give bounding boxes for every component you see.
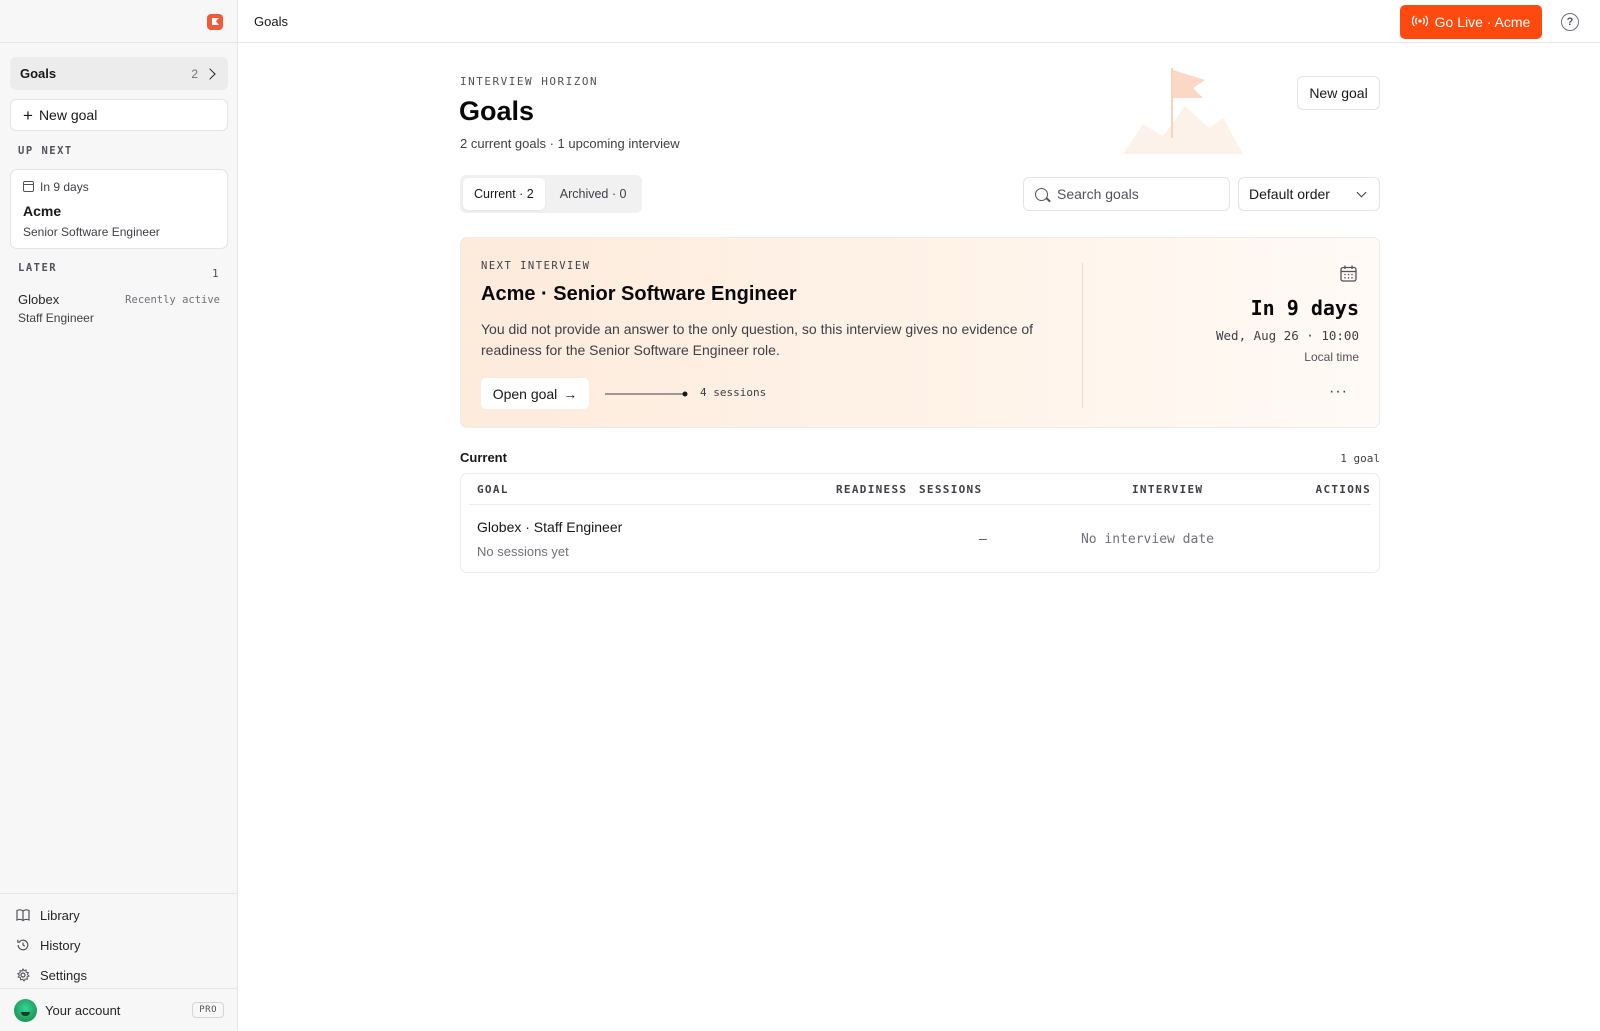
up-next-card[interactable]: In 9 days Acme Senior Software Engineer: [10, 169, 228, 249]
breadcrumb: Goals: [254, 14, 288, 29]
gear-icon: [16, 968, 30, 982]
up-next-heading: UP NEXT: [18, 145, 73, 157]
sidebar-header: [0, 0, 237, 43]
tab-current[interactable]: Current · 2: [463, 178, 545, 210]
plan-badge: PRO: [192, 1002, 224, 1018]
column-sessions: SESSIONS: [919, 483, 983, 496]
next-interview-card: NEXT INTERVIEW Acme · Senior Software En…: [460, 237, 1380, 428]
page-title: Goals: [459, 96, 535, 126]
plus-icon: +: [23, 105, 33, 125]
hero-divider: [1082, 263, 1083, 408]
up-next-role: Senior Software Engineer: [23, 225, 160, 239]
search-icon: [1035, 187, 1048, 201]
sidebar-new-goal-label: New goal: [38, 107, 98, 123]
row-interview: No interview date: [1080, 532, 1214, 547]
chevron-down-icon: [1356, 187, 1367, 197]
sidebar: Goals 2 + New goal UP NEXT In 9 days Acm…: [0, 0, 238, 1031]
later-item-status: Recently active: [125, 294, 220, 306]
sidebar-nav: Library History Settings: [0, 893, 238, 989]
book-icon: [16, 908, 30, 922]
sort-value: Default order: [1249, 186, 1330, 202]
row-sessions: –: [979, 532, 987, 547]
column-goal: GOAL: [477, 483, 509, 496]
broadcast-icon: [1411, 14, 1428, 30]
later-item[interactable]: Globex Recently active Staff Engineer: [18, 292, 220, 325]
current-section-count: 1 goal: [1340, 452, 1380, 465]
sidebar-item-library[interactable]: Library: [0, 901, 238, 929]
go-live-label: Go Live · Acme: [1434, 14, 1531, 30]
sessions-sparkline: [605, 387, 689, 397]
up-next-company: Acme: [23, 203, 62, 219]
next-interview-title: Acme · Senior Software Engineer: [481, 283, 797, 305]
next-interview-description: You did not provide an answer to the onl…: [481, 321, 1034, 358]
sidebar-new-goal-button[interactable]: + New goal: [10, 99, 228, 131]
top-bar: Goals Go Live · Acme ?: [238, 0, 1600, 43]
sidebar-item-history[interactable]: History: [0, 931, 238, 959]
later-count: 1: [212, 267, 219, 280]
history-icon: [16, 938, 30, 952]
goal-filter-tabs: Current · 2 Archived · 0: [460, 175, 642, 213]
calendar-icon: [23, 181, 34, 192]
column-interview: INTERVIEW: [1132, 483, 1204, 496]
interview-datetime: Wed, Aug 26 · 10:00: [1216, 328, 1359, 343]
row-goal-title: Globex · Staff Engineer: [477, 519, 623, 535]
go-live-button[interactable]: Go Live · Acme: [1400, 5, 1542, 39]
tab-archived[interactable]: Archived · 0: [549, 178, 638, 210]
chevron-right-icon: [204, 67, 216, 80]
interview-timezone: Local time: [1304, 350, 1359, 364]
history-label: History: [40, 937, 81, 953]
sidebar-item-settings[interactable]: Settings: [0, 961, 238, 989]
later-heading: LATER: [18, 262, 58, 274]
sidebar-goals-count: 2: [191, 66, 198, 81]
search-box[interactable]: [1023, 177, 1230, 211]
next-interview-eyebrow: NEXT INTERVIEW: [481, 260, 591, 272]
settings-label: Settings: [40, 967, 87, 983]
avatar: [14, 998, 37, 1022]
table-header: GOAL READINESS SESSIONS INTERVIEW ACTION…: [469, 474, 1371, 505]
page-subtitle: 2 current goals · 1 upcoming interview: [460, 136, 680, 151]
goals-table: GOAL READINESS SESSIONS INTERVIEW ACTION…: [460, 473, 1380, 573]
open-goal-button[interactable]: Open goal →: [481, 378, 589, 409]
interview-countdown: In 9 days: [1250, 296, 1359, 320]
column-actions: ACTIONS: [1315, 483, 1371, 496]
flag-illustration-icon: [1123, 66, 1243, 154]
more-options-icon[interactable]: ···: [1329, 383, 1348, 401]
sidebar-goals-label: Goals: [20, 66, 57, 81]
sort-select[interactable]: Default order: [1238, 177, 1380, 211]
library-label: Library: [40, 907, 80, 923]
help-icon[interactable]: ?: [1561, 13, 1579, 31]
row-goal-subtitle: No sessions yet: [477, 544, 569, 559]
column-readiness: READINESS: [836, 483, 908, 496]
account-label: Your account: [45, 1002, 121, 1018]
new-goal-button[interactable]: New goal: [1297, 76, 1380, 110]
sidebar-item-goals[interactable]: Goals 2: [10, 57, 228, 90]
sessions-count: 4 sessions: [700, 386, 767, 399]
page-eyebrow: INTERVIEW HORIZON: [460, 75, 599, 88]
arrow-right-icon: →: [563, 385, 578, 402]
up-next-when: In 9 days: [40, 180, 89, 194]
app-logo-icon[interactable]: [207, 14, 223, 30]
current-section-title: Current: [460, 450, 507, 465]
calendar-icon: [1340, 265, 1357, 282]
search-input[interactable]: [1057, 186, 1217, 202]
later-item-role: Staff Engineer: [18, 311, 94, 325]
account-menu[interactable]: Your account PRO: [0, 988, 238, 1031]
open-goal-label: Open goal: [492, 385, 558, 402]
